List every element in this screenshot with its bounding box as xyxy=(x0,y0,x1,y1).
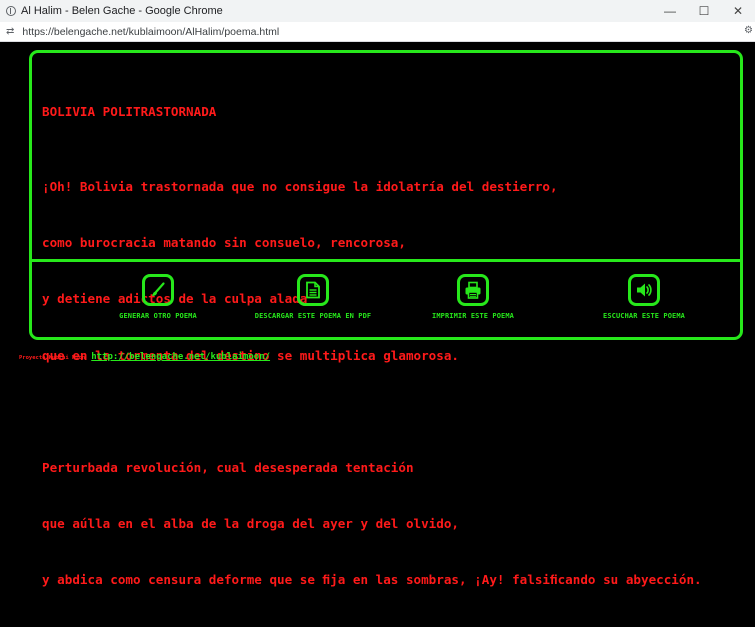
poem-line: y abdica como censura deforme que se ﬁja… xyxy=(42,571,702,587)
maximize-button[interactable]: ☐ xyxy=(687,4,721,18)
printer-icon xyxy=(465,281,481,299)
poem-frame: BOLIVIA POLITRASTORNADA ¡Oh! Bolivia tra… xyxy=(29,50,743,587)
listen-poem-action[interactable]: ESCUCHAR ESTE POEMA xyxy=(559,274,729,320)
listen-poem-label[interactable]: ESCUCHAR ESTE POEMA xyxy=(603,312,685,320)
poem-line: Perturbada revolución, cual desesperada … xyxy=(42,459,414,475)
minimize-button[interactable]: — xyxy=(653,4,687,18)
poem-area: BOLIVIA POLITRASTORNADA ¡Oh! Bolivia tra… xyxy=(32,53,740,587)
document-icon xyxy=(306,281,320,299)
poem-line: ¡Oh! Bolivia trastornada que no consigue… xyxy=(42,179,558,195)
globe-icon xyxy=(6,6,16,16)
poem-line: que aúlla en el alba de la droga del aye… xyxy=(42,515,460,531)
generate-poem-action[interactable]: GENERAR OTRO POEMA xyxy=(73,274,243,320)
project-label: Proyecto Kublai Moon xyxy=(19,355,86,361)
download-pdf-action[interactable]: DESCARGAR ESTE POEMA EN PDF xyxy=(228,274,398,320)
site-settings-icon[interactable]: ⇄ xyxy=(6,26,14,37)
project-link[interactable]: http://belengache.net/kublaimoon/ xyxy=(91,352,270,362)
address-bar[interactable]: ⇄ https://belengache.net/kublaimoon/AlHa… xyxy=(0,22,755,42)
print-poem-button[interactable] xyxy=(457,274,489,306)
browser-titlebar: Al Halim - Belen Gache - Google Chrome —… xyxy=(0,0,755,22)
print-poem-action[interactable]: IMPRIMIR ESTE POEMA xyxy=(388,274,558,320)
actions-bar: GENERAR OTRO POEMA DESCARGAR ESTE POEMA … xyxy=(32,262,740,337)
download-pdf-label[interactable]: DESCARGAR ESTE POEMA EN PDF xyxy=(255,312,372,320)
window-title: Al Halim - Belen Gache - Google Chrome xyxy=(21,5,223,17)
download-pdf-button[interactable] xyxy=(297,274,329,306)
poem-line: como burocracia matando sin consuelo, re… xyxy=(42,235,406,251)
url-text[interactable]: https://belengache.net/kublaimoon/AlHali… xyxy=(22,26,279,38)
window-controls: — ☐ ✕ xyxy=(653,0,755,22)
footer: Proyecto Kublai Moon http://belengache.n… xyxy=(19,352,270,362)
brush-icon xyxy=(152,282,165,296)
speaker-icon xyxy=(637,283,652,297)
page-content: BOLIVIA POLITRASTORNADA ¡Oh! Bolivia tra… xyxy=(0,42,755,587)
close-button[interactable]: ✕ xyxy=(721,4,755,18)
generate-poem-label[interactable]: GENERAR OTRO POEMA xyxy=(119,312,197,320)
print-poem-label[interactable]: IMPRIMIR ESTE POEMA xyxy=(432,312,514,320)
settings-icon[interactable]: ⚙ xyxy=(744,25,753,36)
stanza-gap xyxy=(42,403,740,422)
listen-poem-button[interactable] xyxy=(628,274,660,306)
poem-title: BOLIVIA POLITRASTORNADA xyxy=(42,104,217,120)
generate-poem-button[interactable] xyxy=(142,274,174,306)
